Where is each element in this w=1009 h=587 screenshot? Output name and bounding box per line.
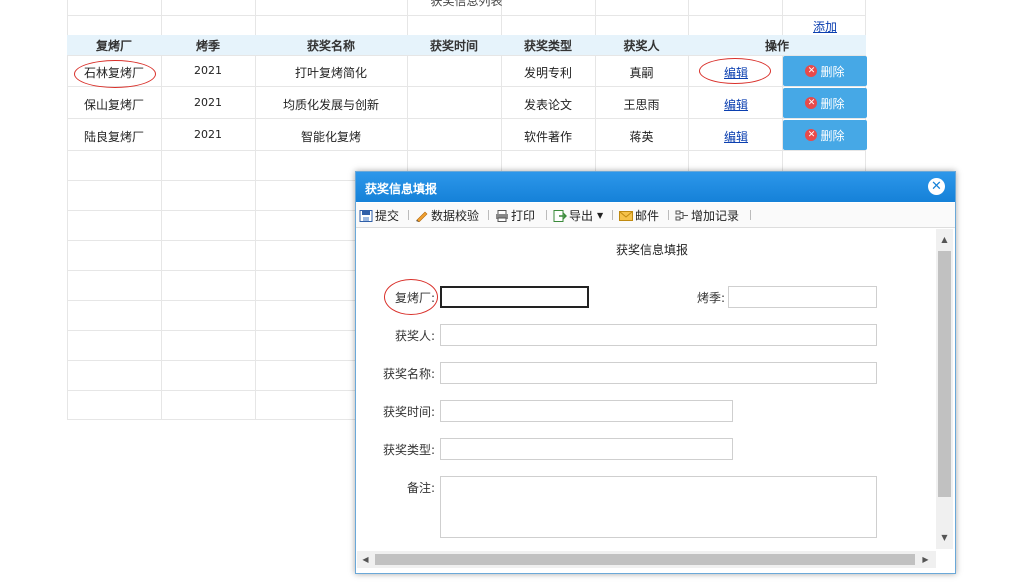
list-title: 获奖信息列表 [430, 0, 503, 8]
remark-label: 备注: [406, 481, 435, 495]
edit-link[interactable]: 编辑 [724, 128, 748, 145]
cell-winner: 真嗣 [629, 66, 654, 80]
highlight-circle [74, 60, 156, 88]
delete-button[interactable]: ✕ 删除 [783, 56, 867, 86]
table-row: 陆良复烤厂 2021 智能化复烤 软件著作 蒋英 编辑 ✕ 删除 [67, 120, 867, 151]
export-label: 导出 [569, 209, 594, 223]
col-winner: 获奖人 [623, 39, 660, 53]
close-circle-icon: ✕ [805, 97, 818, 109]
award-type-label: 获奖类型: [382, 443, 435, 457]
add-record-label: 增加记录 [691, 209, 740, 223]
cell-award-type: 发表论文 [523, 98, 572, 112]
save-icon [359, 209, 373, 222]
form-area: 获奖信息填报 复烤厂: 烤季: 获奖人: 获奖名称: 获奖时间: 获奖类型: 备… [357, 229, 936, 549]
dialog-toolbar: 提交 数据校验 打印 导出 ▼ 邮件 增加记录 [356, 203, 955, 228]
mail-icon [619, 210, 633, 221]
season-input[interactable] [728, 286, 877, 308]
scroll-right-icon[interactable]: ▶ [917, 551, 934, 568]
cell-winner: 蒋英 [629, 130, 654, 144]
col-award-type: 获奖类型 [523, 39, 572, 53]
close-circle-icon: ✕ [805, 129, 818, 141]
validate-label: 数据校验 [431, 209, 480, 223]
cell-factory: 陆良复烤厂 [83, 130, 144, 144]
factory-input[interactable] [440, 286, 589, 308]
cell-winner: 王思雨 [623, 98, 660, 112]
cell-award-name: 智能化复烤 [300, 130, 361, 144]
highlight-circle [699, 58, 771, 84]
table-header: 复烤厂 烤季 获奖名称 获奖时间 获奖类型 获奖人 操作 [67, 35, 866, 55]
cell-award-name: 打叶复烤简化 [294, 66, 367, 80]
delete-label: 删除 [820, 96, 845, 111]
form-heading: 获奖信息填报 [615, 243, 688, 257]
scroll-down-icon[interactable]: ▼ [936, 529, 953, 546]
cell-award-type: 发明专利 [523, 66, 572, 80]
pencil-icon [416, 211, 428, 222]
cell-season: 2021 [194, 96, 222, 109]
col-factory: 复烤厂 [95, 39, 132, 53]
chevron-down-icon: ▼ [597, 211, 604, 220]
cell-season: 2021 [194, 64, 222, 77]
print-label: 打印 [511, 209, 536, 223]
winner-label: 获奖人: [394, 329, 435, 343]
award-time-label: 获奖时间: [382, 405, 435, 419]
cell-factory: 保山复烤厂 [83, 98, 144, 112]
export-icon [553, 209, 567, 222]
table-row: 保山复烤厂 2021 均质化发展与创新 发表论文 王思雨 编辑 ✕ 删除 [67, 88, 867, 119]
edit-link[interactable]: 编辑 [724, 96, 748, 113]
submit-label: 提交 [375, 209, 400, 223]
close-icon[interactable]: ✕ [928, 178, 945, 195]
add-link[interactable]: 添加 [813, 18, 837, 35]
highlight-circle [384, 279, 438, 315]
col-actions: 操作 [764, 39, 789, 53]
submit-button[interactable]: 提交 [359, 207, 399, 224]
horizontal-scrollbar[interactable]: ◀ ▶ [357, 551, 936, 568]
award-name-input[interactable] [440, 362, 877, 384]
cell-award-type: 软件著作 [523, 130, 572, 144]
printer-icon [496, 209, 508, 222]
delete-label: 删除 [820, 64, 845, 79]
season-label: 烤季: [696, 291, 725, 305]
cell-award-name: 均质化发展与创新 [282, 98, 379, 112]
award-dialog: 获奖信息填报 ✕ 提交 数据校验 打印 导出 ▼ 邮件 增加记录 获奖信息填报 … [355, 171, 956, 574]
delete-button[interactable]: ✕ 删除 [783, 120, 867, 150]
winner-input[interactable] [440, 324, 877, 346]
scroll-thumb[interactable] [375, 554, 915, 565]
cell-season: 2021 [194, 128, 222, 141]
col-award-name: 获奖名称 [306, 39, 355, 53]
close-circle-icon: ✕ [805, 65, 818, 77]
award-name-label: 获奖名称: [382, 367, 435, 381]
scroll-thumb[interactable] [938, 251, 951, 497]
scroll-left-icon[interactable]: ◀ [357, 551, 374, 568]
mail-label: 邮件 [635, 209, 660, 223]
dialog-title: 获奖信息填报 [365, 182, 438, 196]
validate-button[interactable]: 数据校验 [415, 207, 479, 224]
export-button[interactable]: 导出 ▼ [553, 207, 603, 224]
delete-label: 删除 [820, 128, 845, 143]
col-award-time: 获奖时间 [429, 39, 478, 53]
award-type-input[interactable] [440, 438, 733, 460]
add-record-icon [675, 210, 688, 220]
award-time-input[interactable] [440, 400, 733, 422]
scroll-up-icon[interactable]: ▲ [936, 231, 953, 248]
mail-button[interactable]: 邮件 [619, 207, 659, 224]
vertical-scrollbar[interactable]: ▲ ▼ [936, 229, 953, 549]
print-button[interactable]: 打印 [495, 207, 535, 224]
add-record-button[interactable]: 增加记录 [675, 207, 739, 224]
col-season: 烤季 [195, 39, 220, 53]
dialog-title-bar[interactable]: 获奖信息填报 ✕ [356, 172, 955, 202]
delete-button[interactable]: ✕ 删除 [783, 88, 867, 118]
remark-textarea[interactable] [440, 476, 877, 538]
